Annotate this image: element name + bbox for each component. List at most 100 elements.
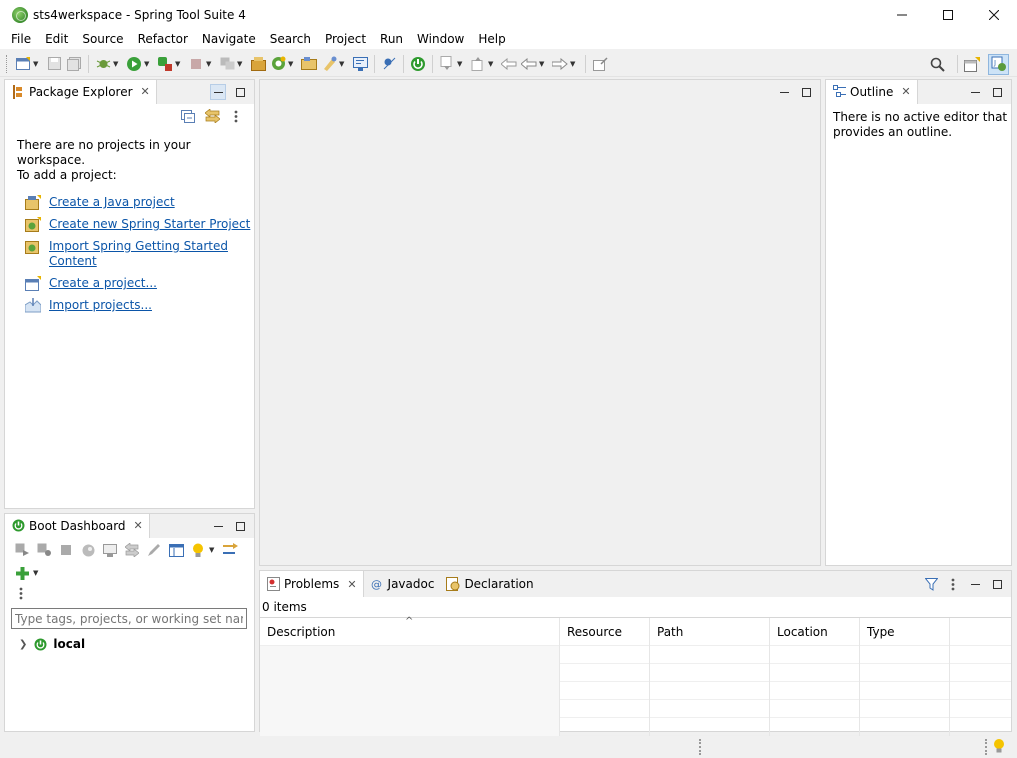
open-console-icon[interactable] [102, 542, 118, 558]
minimize-panel-button[interactable] [776, 84, 792, 100]
collapse-all-icon[interactable] [180, 108, 196, 124]
open-task-icon[interactable] [321, 56, 337, 72]
menu-source[interactable]: Source [75, 30, 130, 49]
maximize-panel-button[interactable] [232, 518, 248, 534]
tab-boot-dashboard[interactable]: Boot Dashboard ✕ [5, 513, 150, 538]
stop-icon[interactable] [188, 56, 204, 72]
forward-icon[interactable] [552, 56, 568, 72]
filter-icon[interactable] [923, 576, 939, 592]
open-perspective-icon[interactable] [964, 56, 980, 72]
editor-area[interactable] [259, 79, 821, 566]
menu-search[interactable]: Search [263, 30, 318, 49]
status-bar-grip[interactable] [985, 739, 987, 755]
chevron-down-icon[interactable]: ▼ [144, 60, 151, 68]
close-icon[interactable]: ✕ [141, 85, 150, 98]
save-all-icon[interactable] [66, 56, 82, 72]
chevron-down-icon[interactable]: ▼ [488, 60, 495, 68]
chevron-down-icon[interactable]: ▼ [237, 60, 244, 68]
maximize-panel-button[interactable] [232, 84, 248, 100]
edit-icon[interactable] [146, 542, 162, 558]
debug-icon[interactable] [95, 56, 111, 72]
last-edit-location-icon[interactable] [501, 56, 517, 72]
minimize-panel-button[interactable] [210, 84, 226, 100]
chevron-down-icon[interactable]: ▼ [113, 60, 120, 68]
chevron-down-icon[interactable]: ▼ [539, 60, 546, 68]
import-spring-getting-started-link[interactable]: Import Spring Getting Started [49, 239, 228, 253]
save-icon[interactable] [46, 56, 62, 72]
view-menu-icon[interactable] [945, 576, 961, 592]
create-java-project-link[interactable]: Create a Java project [49, 195, 175, 210]
import-projects-link[interactable]: Import projects... [49, 298, 152, 313]
tab-outline[interactable]: Outline ✕ [826, 79, 918, 104]
chevron-right-icon[interactable]: ❯ [19, 639, 27, 650]
lightbulb-icon[interactable] [993, 738, 1005, 757]
menu-file[interactable]: File [4, 30, 38, 49]
tab-package-explorer[interactable]: Package Explorer ✕ [5, 79, 157, 104]
column-path[interactable]: Path [650, 617, 770, 646]
chevron-down-icon[interactable]: ▼ [209, 546, 216, 554]
link-with-editor-icon[interactable] [204, 108, 220, 124]
boot-dashboard-filter-input[interactable] [11, 608, 247, 629]
search-icon[interactable] [929, 56, 945, 72]
console-icon[interactable] [352, 56, 368, 72]
new-icon[interactable] [15, 56, 31, 72]
status-bar-grip[interactable] [699, 739, 701, 755]
skip-breakpoints-icon[interactable] [381, 56, 397, 72]
tab-problems[interactable]: Problems ✕ [260, 571, 364, 597]
add-icon[interactable] [14, 565, 30, 581]
live-bean-icon[interactable] [124, 542, 140, 558]
menu-refactor[interactable]: Refactor [131, 30, 195, 49]
new-spring-icon[interactable] [270, 56, 286, 72]
debug-app-icon[interactable] [36, 542, 52, 558]
next-annotation-icon[interactable] [439, 56, 455, 72]
menu-project[interactable]: Project [318, 30, 373, 49]
menu-run[interactable]: Run [373, 30, 410, 49]
relaunch-icon[interactable] [219, 56, 235, 72]
back-icon[interactable] [521, 56, 537, 72]
chevron-down-icon[interactable]: ▼ [339, 60, 346, 68]
chevron-down-icon[interactable]: ▼ [457, 60, 464, 68]
minimize-panel-button[interactable] [210, 518, 226, 534]
import-spring-getting-started-link-line2[interactable]: Content [49, 254, 97, 268]
previous-annotation-icon[interactable] [470, 56, 486, 72]
view-menu-icon[interactable] [13, 585, 29, 601]
chevron-down-icon[interactable]: ▼ [33, 60, 40, 68]
maximize-button[interactable] [925, 0, 971, 30]
column-location[interactable]: Location [770, 617, 860, 646]
chevron-down-icon[interactable]: ▼ [570, 60, 577, 68]
maximize-panel-button[interactable] [989, 84, 1005, 100]
tab-declaration[interactable]: Declaration [440, 571, 540, 597]
menu-window[interactable]: Window [410, 30, 471, 49]
deploy-icon[interactable] [223, 542, 239, 558]
open-type-icon[interactable] [250, 56, 266, 72]
run-external-tools-icon[interactable] [157, 56, 173, 72]
close-icon[interactable]: ✕ [134, 519, 143, 532]
toolbar-grip[interactable] [6, 54, 9, 73]
create-project-link[interactable]: Create a project... [49, 276, 157, 291]
chevron-down-icon[interactable]: ▼ [288, 60, 295, 68]
create-spring-starter-project-link[interactable]: Create new Spring Starter Project [49, 217, 250, 232]
run-icon[interactable] [126, 56, 142, 72]
chevron-down-icon[interactable]: ▼ [33, 569, 40, 577]
close-icon[interactable]: ✕ [901, 85, 910, 98]
start-icon[interactable] [14, 542, 30, 558]
menu-edit[interactable]: Edit [38, 30, 75, 49]
tree-item-local[interactable]: ❯ local [5, 629, 254, 651]
minimize-button[interactable] [879, 0, 925, 30]
close-button[interactable] [971, 0, 1017, 30]
chevron-down-icon[interactable]: ▼ [206, 60, 213, 68]
minimize-panel-button[interactable] [967, 576, 983, 592]
minimize-panel-button[interactable] [967, 84, 983, 100]
maximize-panel-button[interactable] [798, 84, 814, 100]
pin-editor-icon[interactable] [592, 56, 608, 72]
menu-navigate[interactable]: Navigate [195, 30, 263, 49]
open-project-icon[interactable] [301, 56, 317, 72]
properties-icon[interactable] [168, 542, 184, 558]
maximize-panel-button[interactable] [989, 576, 1005, 592]
menu-help[interactable]: Help [471, 30, 512, 49]
stop-icon[interactable] [58, 542, 74, 558]
view-menu-icon[interactable] [228, 108, 244, 124]
lightbulb-icon[interactable] [190, 542, 206, 558]
column-resource[interactable]: Resource [560, 617, 650, 646]
column-type[interactable]: Type [860, 617, 950, 646]
